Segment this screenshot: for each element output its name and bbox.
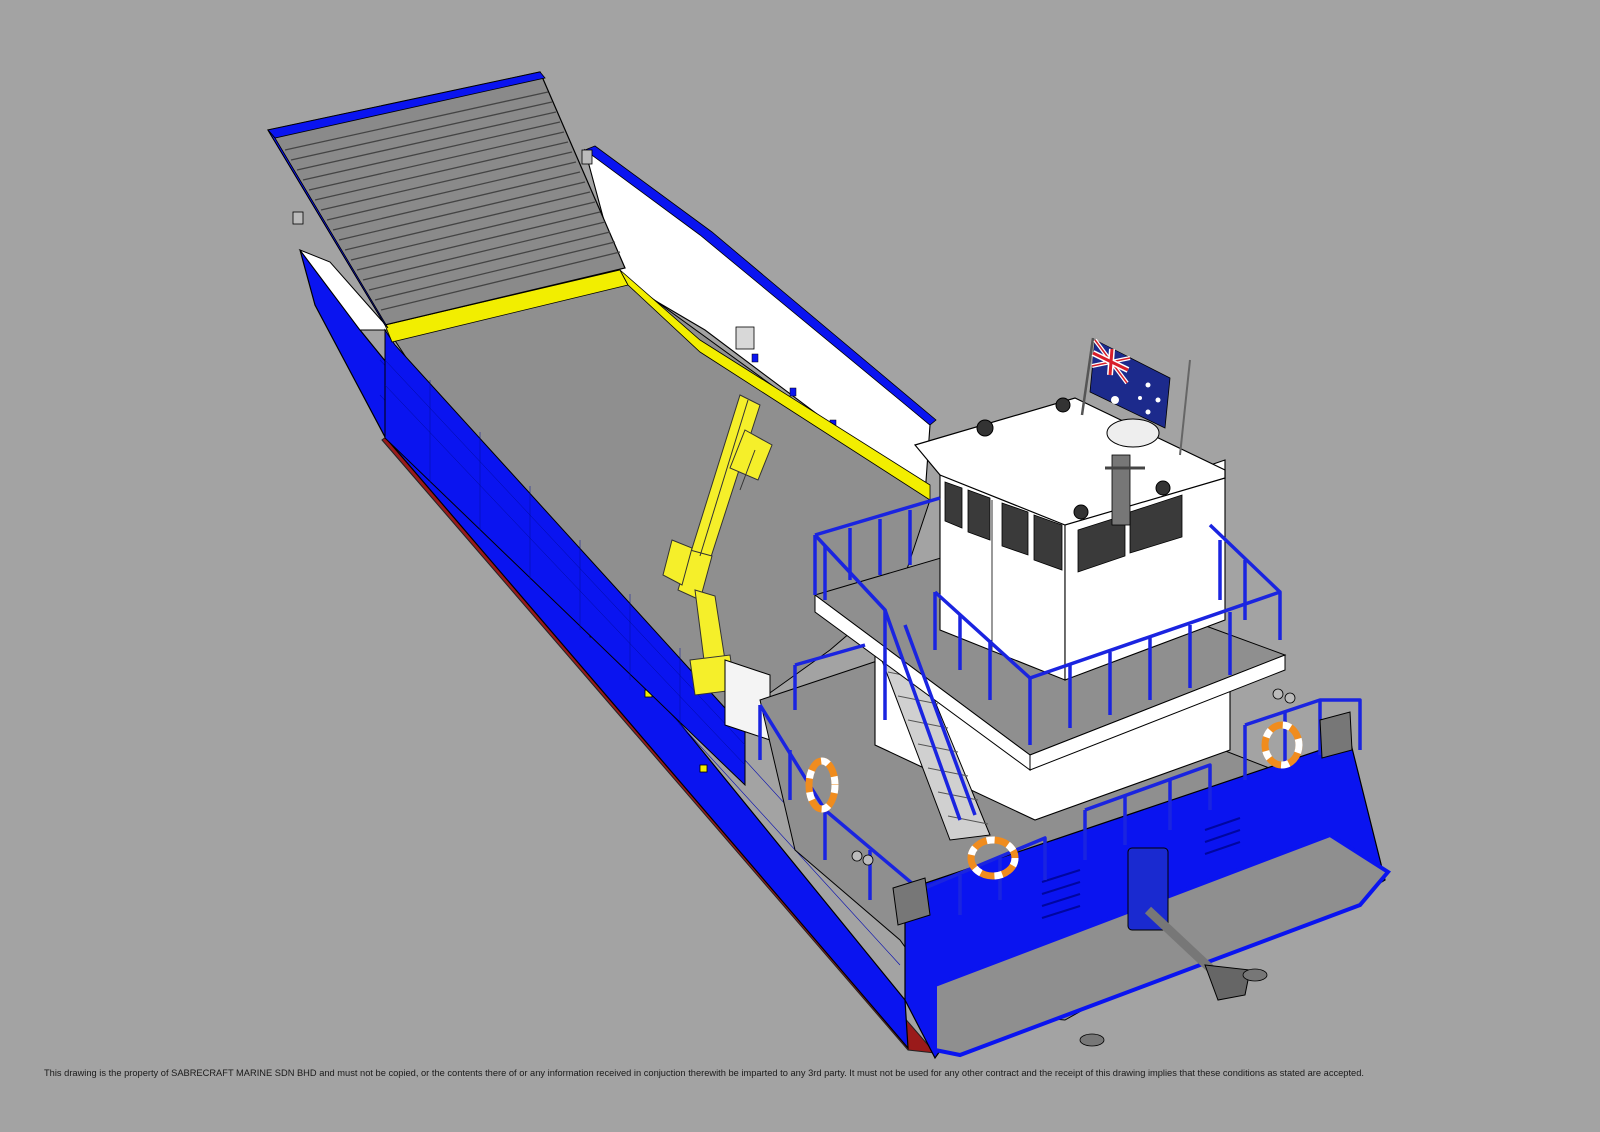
bulwark-hatch [735,326,755,350]
drawing-sheet: This drawing is the property of SABRECRA… [0,0,1600,1132]
ramp-hinge-port [292,211,304,225]
lifebuoy-icon [1261,721,1303,769]
ramp-hinge-stbd [581,149,593,165]
deck-locker-stbd [1319,711,1353,759]
drawing-disclaimer: This drawing is the property of SABRECRA… [44,1068,1364,1078]
vessel-render [267,71,1392,1060]
stern-anchor [1204,964,1251,1001]
